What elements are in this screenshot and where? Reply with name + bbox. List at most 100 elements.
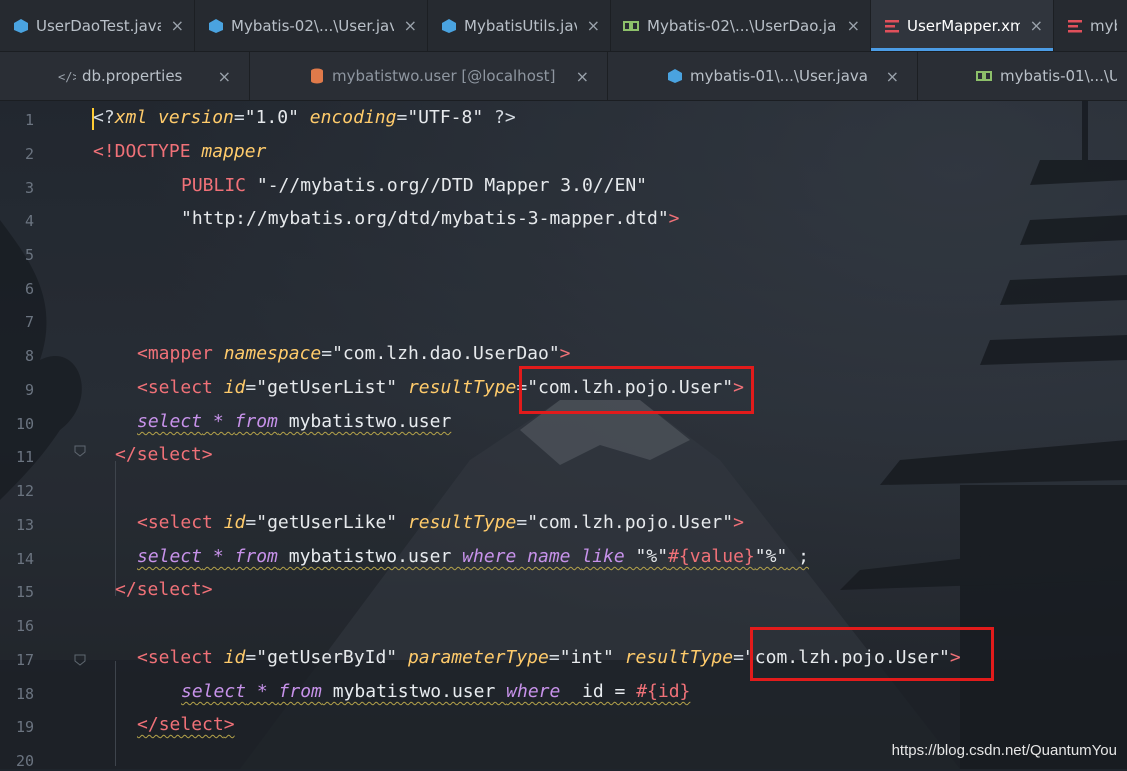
- token: where: [506, 681, 561, 702]
- token: "%": [754, 546, 788, 567]
- token: mybatistwo.user: [321, 681, 507, 702]
- line-number-gutter: 1 2 3 4 5 6 7 8 9 10 11 12 13 14 15 16 1…: [0, 101, 48, 770]
- token: like: [581, 546, 625, 567]
- token: id: [212, 377, 246, 398]
- xml-file-icon: [883, 17, 901, 35]
- token: resultType: [397, 512, 517, 533]
- highlight-box-resulttype-1: [519, 366, 754, 414]
- line-number: 18: [15, 685, 34, 703]
- token: from: [278, 681, 322, 702]
- tab-mybatis01-user[interactable]: mybatis-01\...\User.java ×: [608, 52, 918, 100]
- token: "com.lzh.pojo.User": [527, 512, 734, 533]
- token: </: [137, 714, 159, 735]
- tab-mybatis01-userdao[interactable]: mybatis-01\...\User: [918, 52, 1127, 100]
- tab-userdaotest[interactable]: UserDaoTest.java ×: [0, 0, 195, 51]
- token: <: [137, 377, 148, 398]
- token: select: [181, 681, 247, 702]
- token: select: [147, 512, 213, 533]
- line-number: 3: [24, 179, 34, 197]
- token: mybatistwo.user: [277, 411, 452, 432]
- token: id: [212, 512, 246, 533]
- token: =: [245, 512, 257, 533]
- watermark: https://blog.csdn.net/QuantumYou: [891, 742, 1117, 759]
- token: PUBLIC: [181, 175, 257, 196]
- tab-overflow[interactable]: myba: [1054, 0, 1127, 51]
- tab-mybatisutils[interactable]: MybatisUtils.java ×: [428, 0, 611, 51]
- token: <?: [93, 107, 115, 128]
- token: "%": [624, 546, 669, 567]
- code-line-14: select * from mybatistwo.user where name…: [93, 546, 809, 568]
- code-line-13: <select id="getUserLike" resultType="com…: [137, 512, 744, 534]
- tab-mybatis02-user[interactable]: Mybatis-02\...\User.java ×: [195, 0, 428, 51]
- token: "UTF-8": [407, 107, 484, 128]
- svg-text:</>: </>: [58, 70, 76, 83]
- token: select: [136, 579, 202, 600]
- line-number: 5: [24, 246, 34, 264]
- line-number: 9: [24, 381, 34, 399]
- token: xml: [114, 107, 148, 128]
- code-line-11: </select>: [115, 444, 213, 466]
- token: *: [202, 411, 235, 432]
- close-icon[interactable]: ×: [171, 16, 184, 35]
- line-number: 20: [15, 752, 34, 770]
- code-line-15: </select>: [115, 579, 213, 601]
- fold-marker-icon[interactable]: [74, 654, 86, 666]
- indent-guide: [115, 461, 116, 596]
- tab-label: UserDaoTest.java: [36, 16, 161, 35]
- line-number: 7: [24, 313, 34, 331]
- token: <: [137, 647, 148, 668]
- token: >: [201, 444, 213, 465]
- token: <: [137, 343, 148, 364]
- token: namespace: [212, 343, 322, 364]
- token: name: [516, 546, 582, 567]
- token: =: [516, 512, 528, 533]
- close-icon[interactable]: ×: [404, 16, 417, 35]
- tab-label: mybatistwo.user [@localhost]: [332, 67, 556, 85]
- token: select: [147, 647, 213, 668]
- tab-db-properties[interactable]: </> db.properties ×: [0, 52, 250, 100]
- token: mapper: [201, 141, 267, 162]
- tab-label: UserMapper.xml: [907, 16, 1020, 35]
- close-icon[interactable]: ×: [1030, 16, 1043, 35]
- token: select: [136, 444, 202, 465]
- token: >: [733, 512, 744, 533]
- close-icon[interactable]: ×: [847, 16, 860, 35]
- token: "getUserById": [256, 647, 398, 668]
- line-number: 17: [15, 651, 34, 669]
- tab-label: MybatisUtils.java: [464, 16, 577, 35]
- editor-tab-bar: UserDaoTest.java × Mybatis-02\...\User.j…: [0, 0, 1127, 52]
- close-icon[interactable]: ×: [886, 67, 899, 86]
- interface-icon: [976, 67, 994, 85]
- token: "http://mybatis.org/dtd/mybatis-3-mapper…: [181, 208, 669, 229]
- close-icon[interactable]: ×: [218, 67, 231, 86]
- token: parameterType: [397, 647, 549, 668]
- line-number: 12: [15, 482, 34, 500]
- tab-label: Mybatis-02\...\UserDao.java: [647, 16, 837, 35]
- token: resultType: [613, 647, 734, 668]
- token: ;: [787, 546, 809, 567]
- token: ?>: [483, 107, 516, 128]
- token: "1.0": [244, 107, 299, 128]
- token: resultType: [397, 377, 517, 398]
- tab-label: mybatis-01\...\User: [1000, 67, 1117, 85]
- tab-mybatis02-userdao[interactable]: Mybatis-02\...\UserDao.java ×: [611, 0, 871, 51]
- line-number: 19: [15, 718, 34, 736]
- tab-usermapper-xml[interactable]: UserMapper.xml ×: [871, 0, 1054, 51]
- token: mybatistwo.user: [277, 546, 463, 567]
- java-class-icon: [666, 67, 684, 85]
- token: "getUserList": [256, 377, 398, 398]
- token: </: [115, 579, 137, 600]
- line-number: 2: [24, 145, 34, 163]
- token: select: [147, 377, 213, 398]
- token: =: [548, 647, 560, 668]
- close-icon[interactable]: ×: [587, 16, 600, 35]
- tab-mybatistwo-user-table[interactable]: mybatistwo.user [@localhost] ×: [250, 52, 608, 100]
- tab-label: db.properties: [82, 67, 183, 85]
- code-line-18: select * from mybatistwo.user where id =…: [93, 681, 690, 703]
- token: from: [234, 546, 278, 567]
- code-line-8: <mapper namespace="com.lzh.dao.UserDao">: [137, 343, 571, 365]
- line-number: 1: [24, 111, 34, 129]
- close-icon[interactable]: ×: [576, 67, 589, 86]
- fold-marker-icon[interactable]: [74, 445, 86, 457]
- java-class-icon: [207, 17, 225, 35]
